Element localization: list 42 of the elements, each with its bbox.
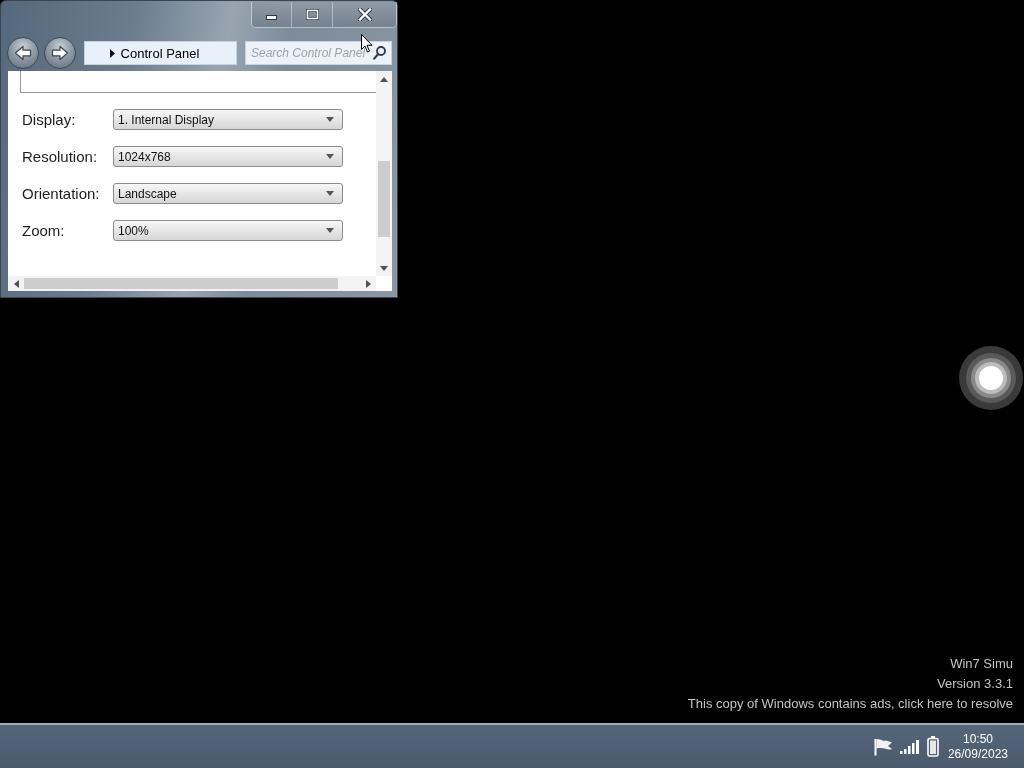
address-bar[interactable]: Control Panel [84, 41, 237, 65]
battery-icon[interactable] [926, 736, 939, 757]
forward-button[interactable] [44, 37, 76, 69]
left-arrow-icon [14, 45, 32, 61]
dropdown[interactable]: 1024x768 [113, 146, 343, 167]
close-button[interactable] [333, 2, 396, 27]
caret-icon [326, 191, 334, 196]
caret-icon [326, 154, 334, 159]
caret-icon [326, 117, 334, 122]
setting-label: Resolution: [22, 148, 99, 165]
scrollbar-thumb[interactable] [24, 278, 338, 289]
scrollbar-thumb[interactable] [378, 161, 390, 237]
up-triangle-icon [380, 76, 388, 82]
flag-icon[interactable] [873, 737, 893, 756]
caret-icon [326, 228, 334, 233]
dropdown[interactable]: 1. Internal Display [113, 109, 343, 130]
back-button[interactable] [7, 37, 39, 69]
signal-bars-icon[interactable] [899, 739, 920, 754]
notice-text: This copy of Windows contains ads, click here to resolve [687, 695, 1013, 713]
ring-button-icon[interactable] [959, 346, 1023, 410]
breadcrumb-item[interactable]: Control Panel [120, 45, 200, 61]
close-icon [357, 8, 372, 21]
minimize-icon [266, 15, 277, 20]
right-triangle-icon [365, 279, 371, 288]
down-triangle-icon [380, 265, 388, 271]
setting-label: Display: [22, 111, 77, 128]
notice-text: Win7 Simu [950, 655, 1013, 673]
right-arrow-icon [51, 45, 69, 61]
left-triangle-icon [13, 279, 19, 288]
maximize-button[interactable] [292, 2, 333, 27]
clock-date[interactable]: 26/09/2023 [947, 746, 1008, 762]
search-field[interactable]: Search Control Panel [245, 41, 392, 65]
notice-text: Version 3.3.1 [937, 675, 1013, 693]
dropdown[interactable]: 100% [113, 220, 343, 241]
clock-time[interactable]: 10:50 [962, 731, 993, 747]
setting-label: Zoom: [22, 222, 66, 239]
setting-label: Orientation: [22, 185, 101, 202]
minimize-button[interactable] [252, 2, 292, 27]
dropdown[interactable]: Landscape [113, 183, 343, 204]
search-icon[interactable] [373, 46, 386, 60]
triangle-right-icon [109, 48, 115, 58]
maximize-icon [305, 9, 319, 20]
